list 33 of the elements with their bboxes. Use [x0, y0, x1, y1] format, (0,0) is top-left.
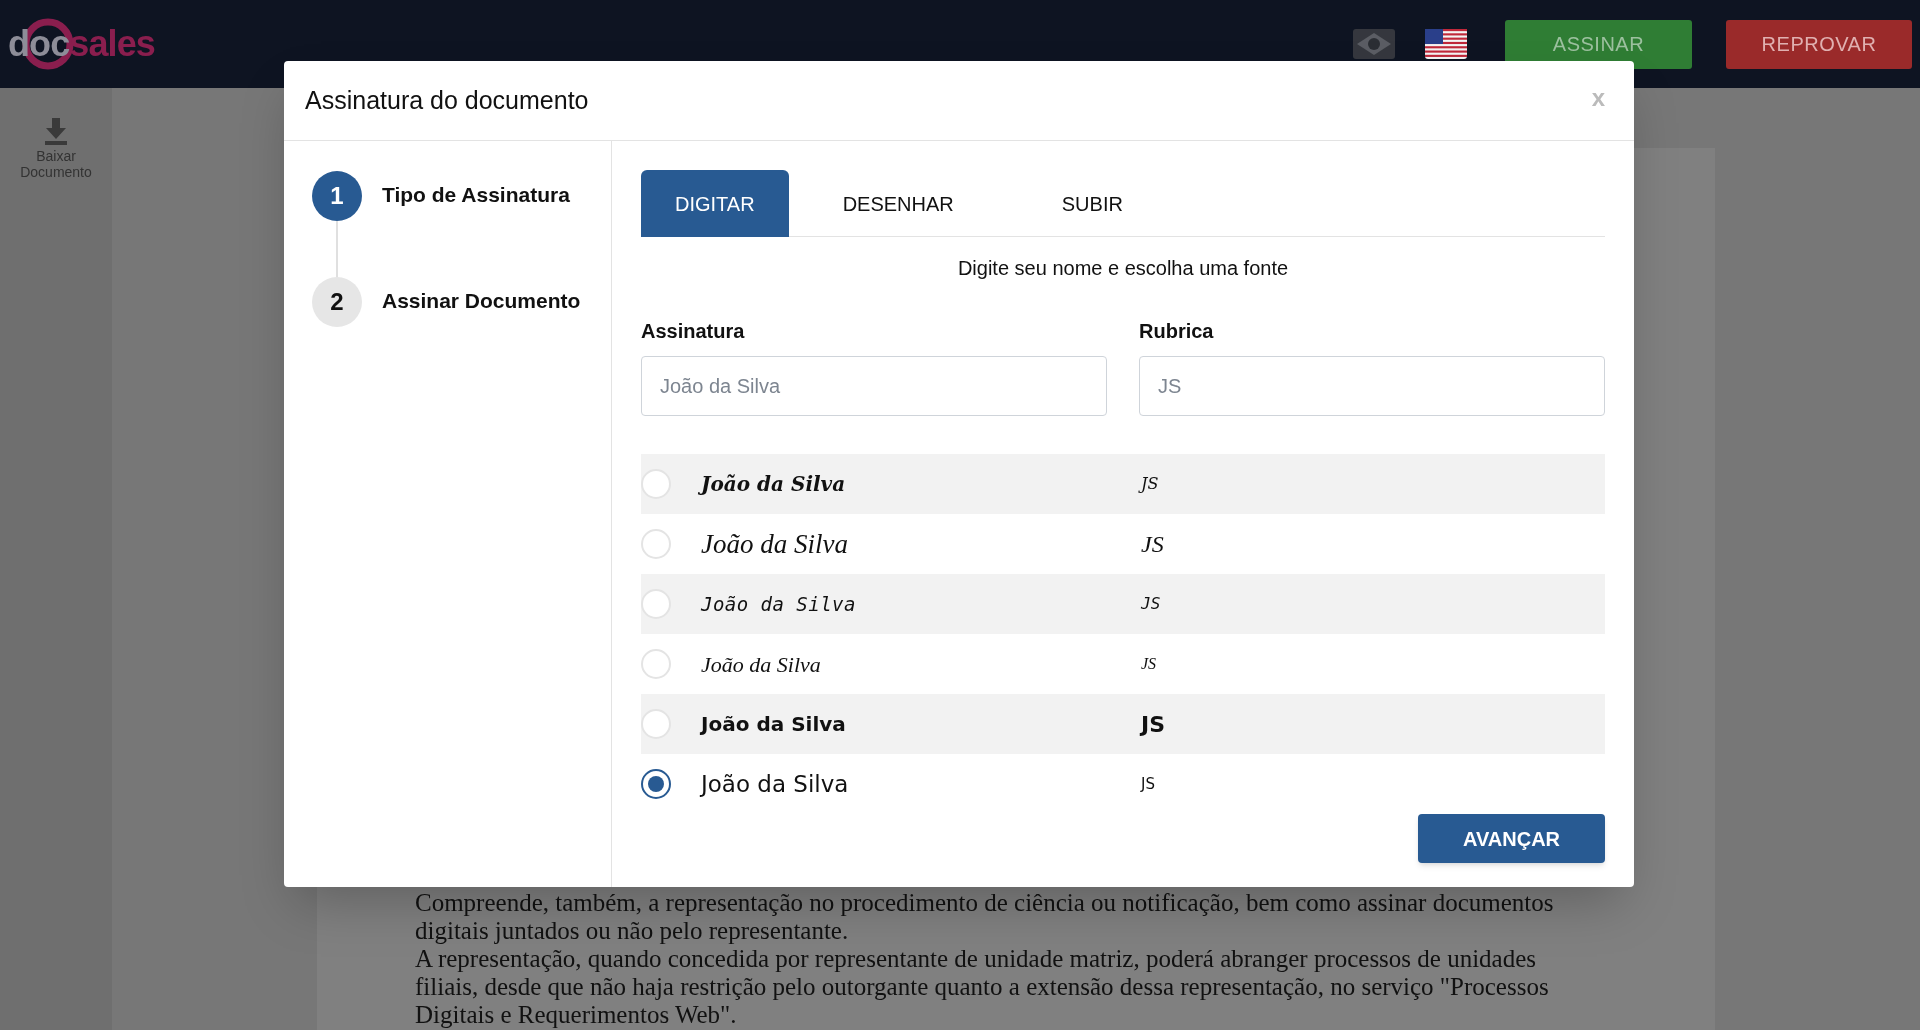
initials-text: JS: [1141, 593, 1161, 615]
initials-text: JS: [1141, 654, 1157, 674]
signature-text: João da Silva: [701, 769, 850, 799]
signature-text: João da Silva: [701, 711, 847, 738]
signature-text: João da Silva: [701, 650, 822, 679]
signature-option[interactable]: João da Silva JS: [641, 574, 1605, 634]
initials-text: JS: [1141, 773, 1155, 795]
dialog-title: Assinatura do documento: [305, 84, 590, 116]
signature-text: João da Silva: [701, 591, 857, 617]
step-label: Tipo de Assinatura: [382, 182, 570, 209]
instruction-text: Digite seu nome e escolha uma fonte: [956, 256, 1290, 281]
document-paragraph: A representação, quando concedida por representante de unidade matriz, poderá abranger processos de unidades filiais, desde que não haja restrição pelo outorgante quanto a extensão dessa representação, no serviço "Processos Digitais e Requerimentos Web".: [415, 945, 1550, 1029]
initials-text: JS: [1141, 710, 1166, 739]
tab[interactable]: DESENHAR: [788, 170, 1008, 237]
reject-button[interactable]: REPROVAR: [1726, 19, 1912, 69]
field-label: Assinatura: [641, 319, 746, 344]
document-paragraph: Compreende, também, a representação no procedimento de ciência ou notificação, bem como assinar documentos digitais juntados ou não pelo representante.: [415, 889, 1555, 945]
input-field[interactable]: JS: [1139, 356, 1605, 416]
step-label: Assinar Documento: [382, 288, 581, 315]
step-number[interactable]: 1: [312, 171, 362, 221]
signature-text: João da Silva: [701, 527, 849, 561]
signature-option[interactable]: João da Silva JS: [641, 694, 1605, 754]
tab[interactable]: SUBIR: [1007, 170, 1177, 237]
radio-button[interactable]: [641, 769, 671, 799]
field-label: Rubrica: [1139, 319, 1215, 344]
next-button[interactable]: AVANÇAR: [1418, 814, 1605, 863]
signature-option[interactable]: João da Silva JS: [641, 454, 1605, 514]
download-icon[interactable]: [42, 116, 70, 146]
input-field[interactable]: João da Silva: [641, 356, 1107, 416]
flag-icon[interactable]: [1425, 29, 1467, 59]
initials-text: JS: [1141, 530, 1164, 559]
step-number[interactable]: 2: [312, 277, 362, 327]
tab[interactable]: DIGITAR: [641, 170, 789, 237]
